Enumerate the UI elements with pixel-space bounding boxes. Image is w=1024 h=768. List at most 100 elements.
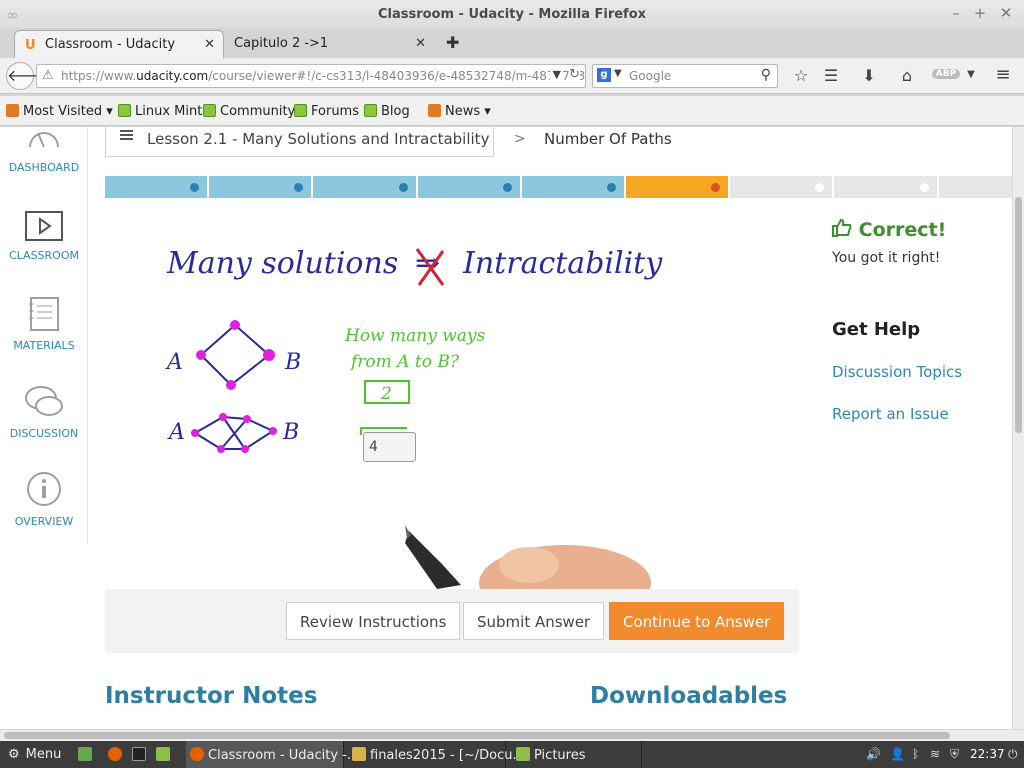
progress-segment-todo[interactable]	[730, 176, 833, 198]
adblock-dropdown-icon[interactable]: ▼	[960, 69, 982, 80]
firefox-launcher[interactable]	[104, 741, 130, 768]
progress-dot	[711, 183, 721, 192]
window-titlebar: ∞ Classroom - Udacity - Mozilla Firefox …	[0, 0, 1024, 30]
minimize-icon[interactable]: –	[946, 4, 966, 22]
sidebar-item-dashboard[interactable]: DASHBOARD	[0, 127, 88, 174]
files-launcher[interactable]	[152, 741, 178, 768]
progress-segment-done[interactable]	[521, 176, 624, 198]
close-tab-icon[interactable]: ✕	[415, 36, 426, 51]
graph2-node-a-label: A	[167, 420, 185, 445]
scrollbar-thumb[interactable]	[1015, 197, 1022, 433]
reading-list-icon[interactable]: ☰	[820, 66, 842, 85]
desktop-icon	[78, 747, 92, 761]
taskbar-window-classroom[interactable]: Classroom - Udacity -...	[186, 741, 359, 768]
url-prefix: https://www.	[61, 69, 137, 83]
home-icon[interactable]: ⌂	[896, 66, 918, 85]
taskbar-window-pictures[interactable]: Pictures	[512, 741, 642, 768]
taskbar-window-finales[interactable]: finales2015 - [~/Docu...	[348, 741, 525, 768]
downloadables-heading: Downloadables	[590, 683, 788, 709]
progress-segment-done[interactable]	[105, 176, 208, 198]
bluetooth-icon[interactable]: ᛒ	[912, 747, 919, 761]
lesson-title: Lesson 2.1 - Many Solutions and Intracta…	[147, 130, 490, 148]
answer-input[interactable]	[363, 432, 416, 462]
reload-icon[interactable]: ↻	[569, 67, 580, 82]
progress-dot	[606, 183, 616, 192]
sidebar-item-classroom[interactable]: CLASSROOM	[0, 211, 88, 262]
sidebar-item-materials[interactable]: MATERIALS	[0, 297, 88, 352]
submit-answer-button[interactable]: Submit Answer	[463, 602, 605, 640]
question-line-2: from A to B?	[349, 352, 460, 372]
sidebar-item-label: CLASSROOM	[8, 249, 79, 262]
scrollbar-thumb[interactable]	[4, 732, 950, 739]
folder-icon	[6, 104, 19, 117]
folder-icon	[516, 747, 530, 761]
discussion-topics-link[interactable]: Discussion Topics	[832, 363, 962, 381]
download-icon[interactable]: ⬇	[858, 66, 880, 85]
maximize-icon[interactable]: +	[970, 4, 990, 22]
shield-icon[interactable]: ⛨	[950, 747, 959, 762]
tab-capitulo[interactable]: Capitulo 2 ->1 ✕	[224, 30, 434, 58]
power-icon[interactable]: ⏻	[1008, 747, 1018, 762]
hamburger-menu-icon[interactable]: ≡	[992, 64, 1014, 85]
clock[interactable]: 22:37	[970, 747, 1005, 761]
sidebar-item-label: DASHBOARD	[8, 161, 80, 174]
system-taskbar: ⚙ Menu Classroom - Udacity -... finales20…	[0, 741, 1024, 768]
bookmark-news[interactable]: News ▾	[428, 104, 491, 119]
sidebar-item-label: MATERIALS	[13, 339, 75, 352]
correct-feedback: Correct!	[832, 218, 946, 241]
bookmark-community[interactable]: Community	[203, 104, 295, 119]
google-engine-icon[interactable]: g	[597, 68, 611, 82]
terminal-icon	[132, 747, 146, 761]
url-dropdown-icon[interactable]: ▼	[549, 68, 561, 81]
search-bar[interactable]: g ▼ Google ⚲	[592, 64, 778, 88]
firefox-icon	[190, 747, 204, 761]
classroom-sidebar: DASHBOARD CLASSROOM MATERIALS DISCUSSION…	[0, 127, 88, 543]
lesson-breadcrumb[interactable]: Lesson 2.1 - Many Solutions and Intracta…	[105, 127, 494, 157]
heading-intractability: Intractability	[462, 246, 663, 281]
bookmarks-toolbar: Most Visited ▾ Linux Mint Community Foru…	[0, 96, 1024, 126]
search-icon[interactable]: ⚲	[761, 67, 771, 83]
bookmark-linux-mint[interactable]: Linux Mint	[118, 104, 202, 119]
progress-segment-done[interactable]	[417, 176, 520, 198]
wifi-icon[interactable]: ≋	[930, 747, 940, 761]
report-issue-link[interactable]: Report an Issue	[832, 405, 949, 423]
bookmark-star-icon[interactable]: ☆	[790, 66, 812, 85]
user-icon[interactable]: 👤	[890, 747, 905, 761]
progress-dot	[294, 183, 304, 192]
horizontal-scrollbar[interactable]	[0, 729, 1024, 741]
review-instructions-button[interactable]: Review Instructions	[286, 602, 461, 640]
progress-segment-done[interactable]	[313, 176, 416, 198]
close-window-icon[interactable]: ✕	[996, 4, 1016, 22]
bookmark-most-visited[interactable]: Most Visited ▾	[6, 104, 113, 119]
search-placeholder: Google	[629, 69, 672, 83]
progress-segment-done[interactable]	[209, 176, 312, 198]
engine-dropdown-icon[interactable]: ▼	[614, 68, 622, 79]
start-menu-button[interactable]: ⚙ Menu	[4, 741, 65, 768]
bookmark-blog[interactable]: Blog	[364, 104, 410, 119]
progress-dot	[815, 183, 825, 192]
graph1-node-b-label: B	[284, 350, 301, 375]
progress-segment-todo[interactable]	[834, 176, 937, 198]
warning-icon: ⚠	[42, 68, 54, 83]
continue-to-answer-button[interactable]: Continue to Answer	[609, 602, 785, 640]
tab-label: Capitulo 2 ->1	[234, 36, 329, 51]
volume-icon[interactable]: 🔊	[866, 747, 881, 761]
back-button[interactable]: 🡐	[6, 62, 50, 90]
show-desktop-launcher[interactable]	[74, 741, 100, 768]
mint-menu-icon: ⚙	[8, 747, 20, 762]
progress-segment-todo[interactable]	[938, 176, 1012, 198]
sidebar-item-overview[interactable]: OVERVIEW	[0, 471, 88, 528]
url-bar[interactable]: ⚠ https://www.udacity.com/course/viewer#…	[36, 64, 586, 88]
bookmark-forums[interactable]: Forums	[294, 104, 359, 119]
mint-icon	[294, 104, 307, 117]
new-tab-icon[interactable]: ✚	[446, 33, 459, 52]
terminal-launcher[interactable]	[128, 741, 154, 768]
vertical-scrollbar[interactable]	[1012, 127, 1024, 729]
progress-segment-current[interactable]	[626, 176, 729, 198]
udacity-favicon-icon: U	[25, 38, 36, 53]
tab-classroom[interactable]: U Classroom - Udacity ✕	[14, 30, 224, 58]
sidebar-item-label: OVERVIEW	[14, 515, 74, 528]
adblock-icon[interactable]: ABP	[932, 69, 960, 79]
close-tab-icon[interactable]: ✕	[204, 37, 215, 52]
sidebar-item-discussion[interactable]: DISCUSSION	[0, 385, 88, 440]
